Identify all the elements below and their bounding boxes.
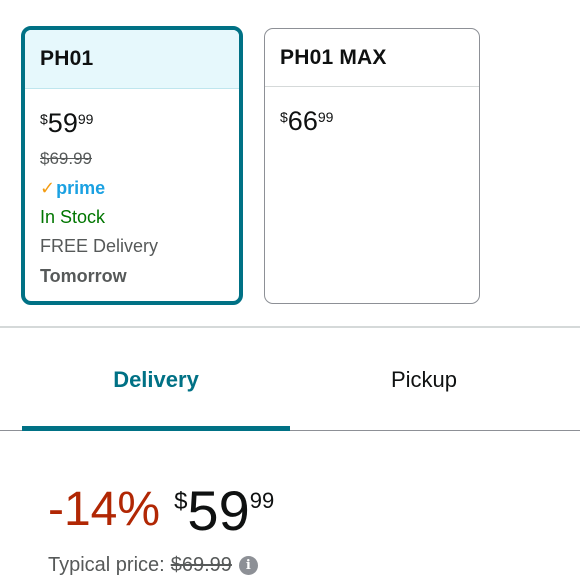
variant-card-ph01-max[interactable]: PH01 MAX $ 66 99 <box>264 28 480 304</box>
tab-delivery[interactable]: Delivery <box>22 328 290 431</box>
active-tab-indicator <box>22 426 290 431</box>
price-symbol: $ <box>174 488 188 515</box>
price-fraction: 99 <box>317 109 334 125</box>
delivery-info: FREE Delivery <box>40 236 159 256</box>
variant-name: PH01 MAX <box>265 29 479 87</box>
deal-price: -14% $ 59 99 <box>48 479 275 542</box>
variant-price: $ 59 99 <box>40 110 239 137</box>
prime-badge: ✓ prime <box>40 178 239 199</box>
fulfillment-tabs: Delivery Pickup <box>0 328 580 431</box>
typical-price-value: $69.99 <box>170 554 232 576</box>
delivery-date: Tomorrow <box>40 266 127 286</box>
discount-percent: -14% <box>48 483 161 536</box>
prime-label: prime <box>56 178 106 198</box>
variant-details: $ 66 99 <box>265 87 479 135</box>
typical-price-label: Typical price: <box>48 554 165 576</box>
stock-status: In Stock <box>40 207 106 227</box>
variant-card-ph01[interactable]: PH01 $ 59 99 $69.99 ✓ prime In Stock FRE… <box>21 26 243 305</box>
price-fraction: 99 <box>249 488 275 513</box>
price-fraction: 99 <box>77 111 94 127</box>
price-whole: 59 <box>187 479 250 542</box>
variant-name: PH01 <box>25 30 239 89</box>
list-price: $69.99 <box>40 149 92 168</box>
variant-price: $ 66 99 <box>280 108 479 135</box>
tab-pickup[interactable]: Pickup <box>290 328 558 431</box>
variant-details: $ 59 99 $69.99 ✓ prime In Stock FREE Del… <box>25 89 239 287</box>
price-symbol: $ <box>40 111 48 127</box>
price-whole: 59 <box>47 108 78 138</box>
price-whole: 66 <box>287 106 318 136</box>
check-icon: ✓ <box>40 178 56 198</box>
typical-price: Typical price: $69.99 i <box>48 554 258 577</box>
info-icon[interactable]: i <box>238 556 258 575</box>
price-symbol: $ <box>280 109 288 125</box>
